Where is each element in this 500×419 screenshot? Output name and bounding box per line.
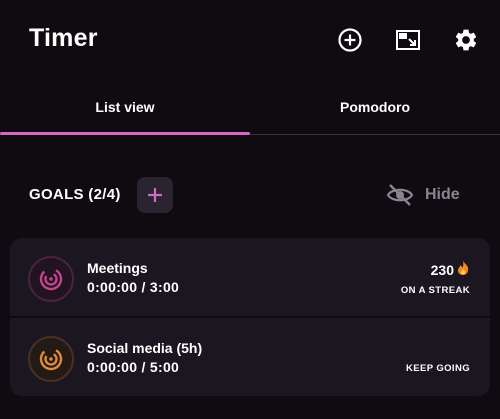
add-circle-icon xyxy=(338,28,362,52)
goal-progress-icon xyxy=(28,336,74,382)
eye-off-icon xyxy=(386,184,414,206)
plus-icon xyxy=(148,188,162,202)
target-icon xyxy=(39,347,63,371)
fire-icon xyxy=(456,260,470,279)
target-icon xyxy=(39,267,63,291)
tab-list-view[interactable]: List view xyxy=(0,84,250,130)
goals-title: GOALS (2/4) xyxy=(29,186,121,203)
goal-status: ON A STREAK xyxy=(400,285,470,296)
view-tabs: List view Pomodoro xyxy=(0,84,500,136)
picture-in-picture-icon xyxy=(396,30,420,50)
hide-goals-toggle[interactable]: Hide xyxy=(386,181,476,209)
settings-button[interactable] xyxy=(452,26,480,54)
tab-pomodoro[interactable]: Pomodoro xyxy=(250,84,500,130)
goal-item-meetings[interactable]: Meetings 0:00:00 / 3:00 230 ON A STREAK xyxy=(10,238,490,318)
goal-status: KEEP GOING xyxy=(405,363,470,374)
tab-selected-indicator xyxy=(0,132,250,135)
streak-value: 230 xyxy=(430,261,454,278)
goal-progress-text: 0:00:00 / 5:00 xyxy=(87,359,180,375)
settings-icon xyxy=(455,29,477,51)
goal-item-social-media[interactable]: Social media (5h) 0:00:00 / 5:00 KEEP GO… xyxy=(10,318,490,396)
tab-list-view-label: List view xyxy=(95,99,155,115)
goal-progress-text: 0:00:00 / 3:00 xyxy=(87,279,180,295)
streak-count: 230 xyxy=(431,260,470,279)
add-timer-button[interactable] xyxy=(336,26,364,54)
picture-in-picture-button[interactable] xyxy=(394,26,422,54)
goal-name: Meetings xyxy=(87,260,148,276)
tab-pomodoro-label: Pomodoro xyxy=(340,99,410,115)
goal-name: Social media (5h) xyxy=(87,340,203,356)
goal-progress-icon xyxy=(28,256,74,302)
app-title: Timer xyxy=(29,24,98,52)
hide-label: Hide xyxy=(425,186,460,203)
add-goal-button[interactable] xyxy=(137,177,173,213)
goal-list: Meetings 0:00:00 / 3:00 230 ON A STREAK … xyxy=(10,238,490,396)
app-bar: Timer xyxy=(0,0,500,80)
goals-header: GOALS (2/4) Hide xyxy=(0,176,500,214)
